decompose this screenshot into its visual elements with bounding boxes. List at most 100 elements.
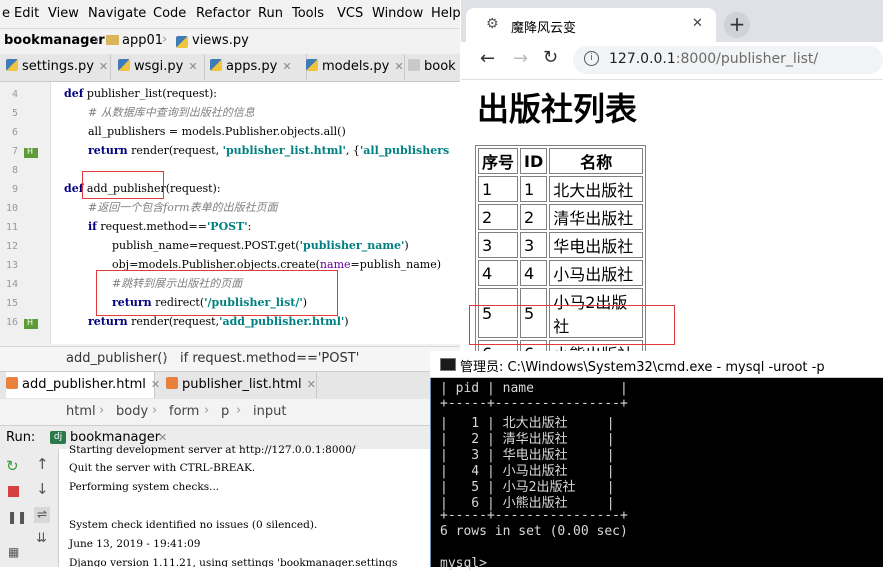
chevron-right-icon: ›: [94, 32, 100, 47]
code-line-6: all_publishers = models.Publisher.object…: [88, 125, 346, 138]
tab-label: add_publisher.html: [22, 377, 146, 392]
breadcrumb-function[interactable]: add_publisher(): [66, 351, 167, 366]
browser-tab[interactable]: ⚙ 魔降风云变 ✕: [466, 8, 716, 42]
nav-file[interactable]: views.py: [192, 33, 249, 48]
python-file-icon: [176, 36, 188, 48]
html-file-icon: [166, 377, 178, 389]
menu-navigate[interactable]: Navigate: [88, 6, 146, 21]
close-icon[interactable]: ✕: [99, 60, 108, 73]
run-console[interactable]: Starting development server at http://12…: [59, 444, 460, 567]
address-bar[interactable]: i 127.0.0.1:8000/publisher_list/: [573, 46, 883, 74]
menu-bar: e Edit View Navigate Code Refactor Run T…: [0, 0, 460, 28]
tab-publisher-list-html[interactable]: publisher_list.html ✕: [158, 372, 317, 398]
cell-id: 2: [520, 204, 548, 230]
highlight-box: [82, 171, 164, 199]
cell-id: 3: [520, 232, 548, 258]
line-number: 16: [5, 317, 18, 328]
cell-index: 4: [478, 260, 519, 286]
reload-icon[interactable]: ↻: [543, 47, 558, 68]
code-line-4: def publisher_list(request):: [64, 87, 217, 100]
ide-window: e Edit View Navigate Code Refactor Run T…: [0, 0, 460, 567]
nav-folder[interactable]: app01: [122, 33, 163, 48]
menu-view[interactable]: View: [48, 6, 79, 21]
line-number: 14: [5, 279, 18, 290]
back-arrow-icon[interactable]: ←: [480, 48, 495, 69]
breadcrumb-condition[interactable]: if request.method=='POST': [180, 351, 359, 366]
breadcrumb-body[interactable]: body: [116, 404, 148, 419]
page-title: 出版社列表: [477, 90, 638, 128]
tab-models-py[interactable]: models.py ✕: [304, 54, 405, 80]
cell-index: 1: [478, 176, 519, 202]
new-tab-plus-icon[interactable]: +: [724, 12, 750, 38]
scroll-to-end-icon[interactable]: ⇊: [36, 531, 47, 546]
line-number: 15: [5, 298, 18, 309]
menu-edit[interactable]: Edit: [14, 6, 39, 21]
cmd-title: 管理员: C:\Windows\System32\cmd.exe - mysql…: [460, 360, 825, 375]
menu-prefix[interactable]: e: [2, 6, 10, 21]
line-number: 13: [5, 260, 18, 271]
menu-code[interactable]: Code: [153, 6, 186, 21]
python-file-icon: [6, 59, 18, 71]
close-icon[interactable]: ✕: [692, 16, 703, 31]
breadcrumb-p[interactable]: p: [221, 404, 229, 419]
menu-vcs[interactable]: VCS: [337, 6, 363, 21]
line-number: 10: [5, 203, 18, 214]
cell-name: 北大出版社: [549, 176, 644, 202]
editor-tab-bar: settings.py ✕ wsgi.py ✕ apps.py ✕ models.py…: [0, 54, 460, 82]
terminal-line: +-----+----------------+: [440, 508, 628, 523]
tab-label: publisher_list.html: [182, 377, 302, 392]
header-index: 序号: [478, 148, 519, 174]
run-config-name[interactable]: bookmanager: [70, 430, 160, 445]
menu-help[interactable]: Help: [431, 6, 460, 21]
close-icon[interactable]: ✕: [158, 431, 167, 444]
cell-id: 1: [520, 176, 548, 202]
breadcrumb-html[interactable]: html: [66, 404, 96, 419]
browser-tab-title: 魔降风云变: [511, 21, 577, 36]
tab-apps-py[interactable]: apps.py ✕: [206, 54, 307, 80]
menu-window[interactable]: Window: [372, 6, 423, 21]
console-line: June 13, 2019 - 19:41:09: [69, 538, 201, 550]
code-line-10: #返回一个包含form表单的出版社页面: [88, 201, 278, 214]
html-template-gutter-icon[interactable]: [24, 318, 38, 329]
line-number: 6: [11, 127, 18, 138]
tab-book[interactable]: book: [408, 54, 460, 80]
nav-project[interactable]: bookmanager: [4, 33, 105, 48]
cell-index: 3: [478, 232, 519, 258]
tab-settings-py[interactable]: settings.py ✕: [6, 54, 111, 80]
close-icon[interactable]: ✕: [394, 60, 403, 73]
tab-wsgi-py[interactable]: wsgi.py ✕: [112, 54, 205, 80]
arrow-up-icon[interactable]: ↑: [36, 455, 49, 473]
console-line: Starting development server at http://12…: [69, 444, 356, 456]
tab-add-publisher-html[interactable]: add_publisher.html ✕: [6, 372, 160, 398]
line-number: 9: [11, 184, 18, 195]
console-line: System check identified no issues (0 sil…: [69, 519, 318, 531]
stop-icon[interactable]: [8, 486, 19, 497]
python-file-icon: [306, 59, 318, 71]
code-line-11: if request.method=='POST':: [88, 220, 252, 233]
soft-wrap-icon[interactable]: ⇌: [34, 507, 50, 523]
code-breadcrumb: add_publisher() › if request.method=='PO…: [0, 346, 460, 371]
rerun-icon[interactable]: ↻: [6, 457, 19, 475]
breadcrumb-input[interactable]: input: [253, 404, 286, 419]
cell-index: 2: [478, 204, 519, 230]
forward-arrow-icon[interactable]: →: [513, 48, 528, 69]
django-icon: dj: [50, 431, 66, 444]
line-number: 8: [11, 165, 18, 176]
html-template-gutter-icon[interactable]: [24, 147, 38, 158]
menu-refactor[interactable]: Refactor: [196, 6, 251, 21]
menu-run[interactable]: Run: [258, 6, 283, 21]
console-line: Performing system checks...: [69, 481, 220, 493]
layout-icon[interactable]: ▦: [8, 545, 19, 559]
info-icon[interactable]: i: [584, 51, 599, 66]
chevron-right-icon: ›: [204, 403, 210, 418]
html-tab-bar: add_publisher.html ✕ publisher_list.html ✕: [0, 371, 460, 400]
console-line: Django version 1.11.21, using settings '…: [69, 557, 398, 567]
menu-tools[interactable]: Tools: [292, 6, 324, 21]
breadcrumb-form[interactable]: form: [169, 404, 199, 419]
close-icon[interactable]: ✕: [307, 378, 316, 391]
close-icon[interactable]: ✕: [188, 60, 197, 73]
terminal-prompt[interactable]: mysql>: [440, 556, 487, 571]
arrow-down-icon[interactable]: ↓: [36, 480, 49, 498]
close-icon[interactable]: ✕: [282, 60, 291, 73]
pause-icon[interactable]: ❚❚: [7, 510, 27, 524]
